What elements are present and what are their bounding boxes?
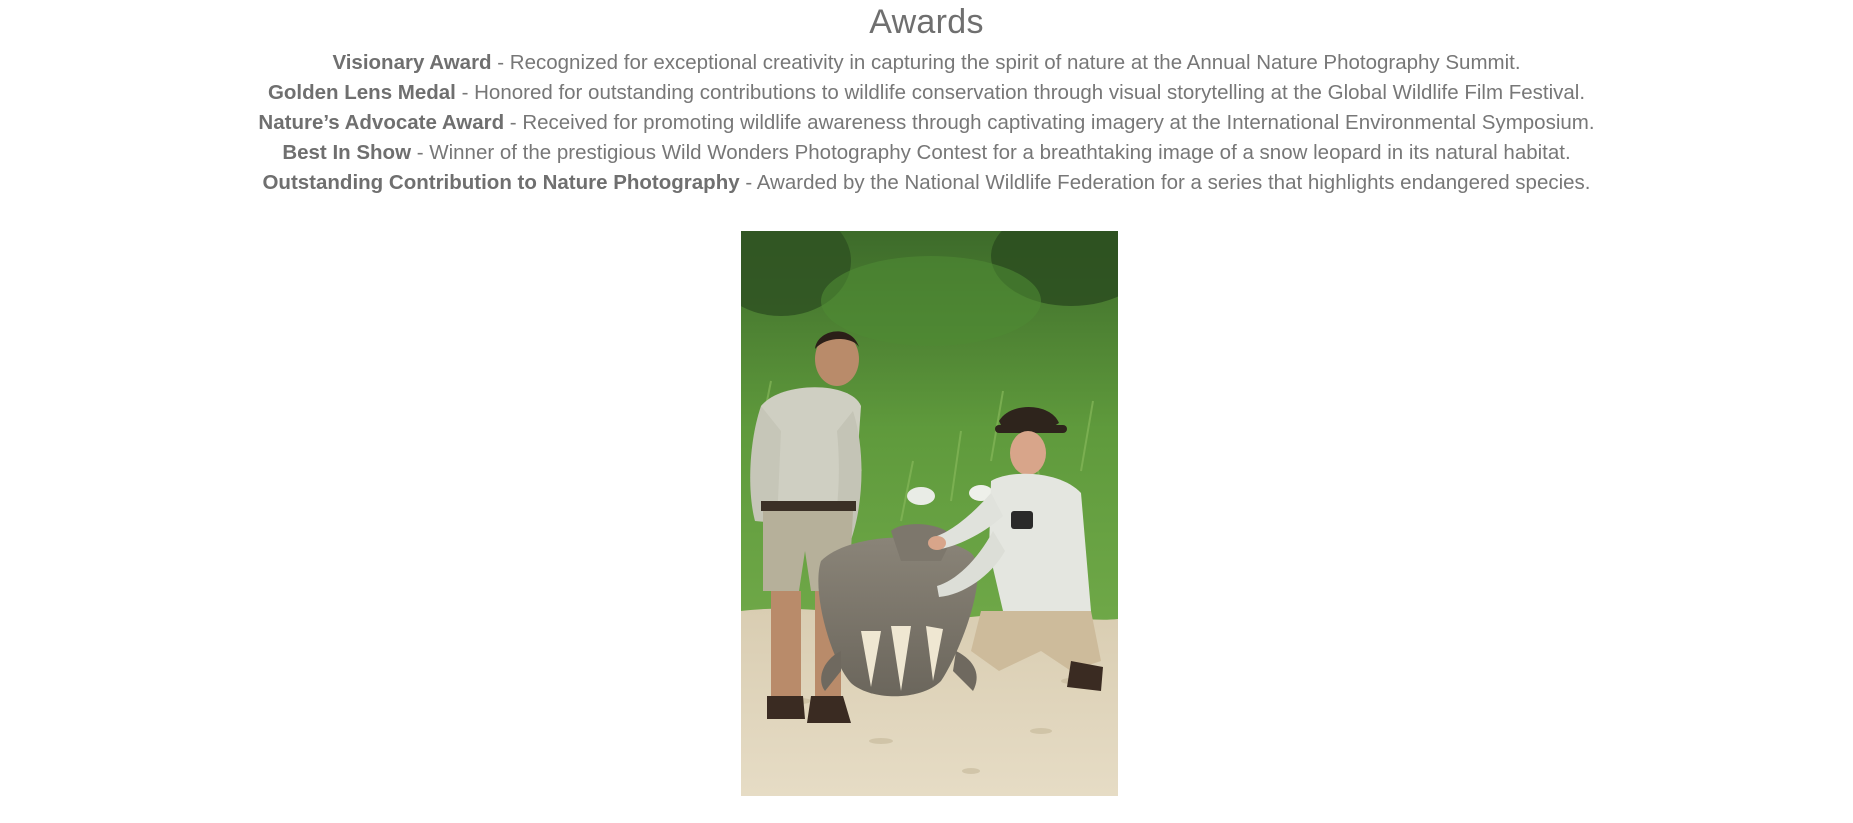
- award-item-golden-lens: Golden Lens Medal - Honored for outstand…: [0, 78, 1853, 108]
- award-name: Nature’s Advocate Award: [258, 111, 505, 134]
- award-item-visionary: Visionary Award - Recognized for excepti…: [0, 48, 1853, 78]
- awards-list: Visionary Award - Recognized for excepti…: [0, 48, 1853, 198]
- award-name: Outstanding Contribution to Nature Photo…: [262, 171, 740, 194]
- awards-heading: Awards: [869, 3, 984, 41]
- award-item-outstanding-contribution: Outstanding Contribution to Nature Photo…: [0, 168, 1853, 198]
- award-name: Best In Show: [282, 141, 412, 164]
- award-description: - Awarded by the National Wildlife Feder…: [739, 171, 1591, 194]
- award-photo: [741, 231, 1118, 796]
- award-description: - Received for promoting wildlife awaren…: [504, 111, 1595, 134]
- award-description: - Winner of the prestigious Wild Wonders…: [411, 141, 1571, 164]
- award-item-best-in-show: Best In Show - Winner of the prestigious…: [0, 138, 1853, 168]
- award-description: - Honored for outstanding contributions …: [455, 81, 1586, 104]
- award-item-natures-advocate: Nature’s Advocate Award - Received for p…: [0, 108, 1853, 138]
- award-name: Visionary Award: [332, 51, 492, 74]
- award-description: - Recognized for exceptional creativity …: [491, 51, 1521, 74]
- safari-photo-illustration: [741, 231, 1118, 796]
- awards-section: Awards Visionary Award - Recognized for …: [0, 0, 1853, 198]
- award-name: Golden Lens Medal: [267, 81, 456, 104]
